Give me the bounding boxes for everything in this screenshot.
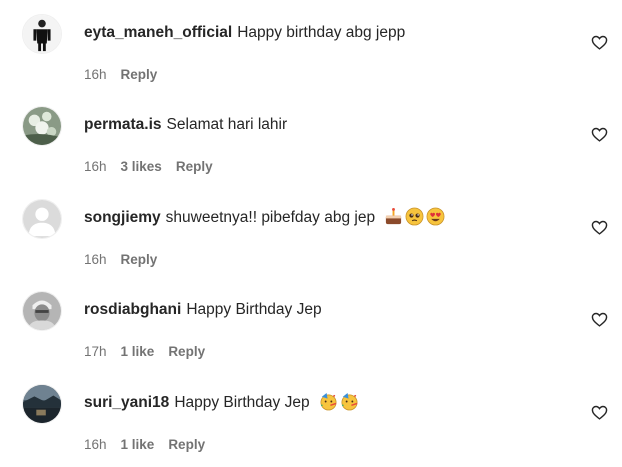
heart-outline-icon[interactable]: [591, 311, 608, 328]
comment-text: shuweetnya!! pibefday abg jep: [165, 209, 376, 226]
comment-meta: 16h Reply: [84, 252, 171, 267]
comment-time[interactable]: 16h: [84, 159, 107, 174]
likes-count[interactable]: 1 like: [121, 437, 155, 452]
comment-text: Happy birthday abg jepp: [237, 24, 406, 41]
reply-button[interactable]: Reply: [121, 67, 158, 82]
comment-username[interactable]: eyta_maneh_official: [84, 24, 232, 41]
pleading-face-emoji: [405, 207, 424, 226]
comment-time[interactable]: 17h: [84, 344, 107, 359]
comment-item: suri_yani18 Happy Birthday Jep 16h 1 lik…: [0, 370, 622, 462]
comment-text: Happy Birthday Jep: [174, 394, 310, 411]
heart-outline-icon[interactable]: [591, 126, 608, 143]
reply-button[interactable]: Reply: [121, 252, 158, 267]
reply-button[interactable]: Reply: [176, 159, 213, 174]
reply-button[interactable]: Reply: [168, 437, 205, 452]
heart-eyes-emoji: [426, 207, 445, 226]
comment-meta: 16h 3 likes Reply: [84, 159, 227, 174]
comment-body: songjiemy shuweetnya!! pibefday abg jep: [84, 207, 445, 229]
avatar[interactable]: [22, 199, 62, 239]
reply-button[interactable]: Reply: [168, 344, 205, 359]
comment-username[interactable]: permata.is: [84, 116, 162, 133]
comment-time[interactable]: 16h: [84, 437, 107, 452]
comment-item: rosdiabghani Happy Birthday Jep 17h 1 like…: [0, 277, 622, 369]
comment-text: Happy Birthday Jep: [186, 301, 322, 318]
comment-time[interactable]: 16h: [84, 67, 107, 82]
comment-username[interactable]: songjiemy: [84, 209, 161, 226]
comment-body: suri_yani18 Happy Birthday Jep: [84, 392, 359, 414]
heart-outline-icon[interactable]: [591, 34, 608, 51]
comment-body: eyta_maneh_official Happy birthday abg je…: [84, 22, 405, 44]
likes-count[interactable]: 3 likes: [121, 159, 162, 174]
comment-item: permata.is Selamat hari lahir 16h 3 likes R…: [0, 92, 622, 184]
partying-face-emoji: [340, 392, 359, 411]
comment-meta: 16h Reply: [84, 67, 171, 82]
heart-outline-icon[interactable]: [591, 404, 608, 421]
partying-face-emoji: [319, 392, 338, 411]
comment-body: permata.is Selamat hari lahir: [84, 114, 287, 136]
avatar[interactable]: [22, 106, 62, 146]
heart-outline-icon[interactable]: [591, 219, 608, 236]
comment-text: Selamat hari lahir: [166, 116, 288, 133]
comment-meta: 16h 1 like Reply: [84, 437, 219, 452]
comment-item: eyta_maneh_official Happy birthday abg je…: [0, 0, 622, 92]
comment-time[interactable]: 16h: [84, 252, 107, 267]
birthday-cake-emoji: [384, 207, 403, 226]
comment-item: songjiemyshuweetnya!! pibefday abg jep: [0, 185, 622, 277]
comment-body: rosdiabghani Happy Birthday Jep: [84, 299, 322, 321]
comment-username[interactable]: rosdiabghani: [84, 301, 181, 318]
comment-username[interactable]: suri_yani18: [84, 394, 169, 411]
avatar[interactable]: [22, 384, 62, 424]
avatar[interactable]: [22, 14, 62, 54]
comment-meta: 17h 1 like Reply: [84, 344, 219, 359]
likes-count[interactable]: 1 like: [121, 344, 155, 359]
avatar[interactable]: [22, 291, 62, 331]
